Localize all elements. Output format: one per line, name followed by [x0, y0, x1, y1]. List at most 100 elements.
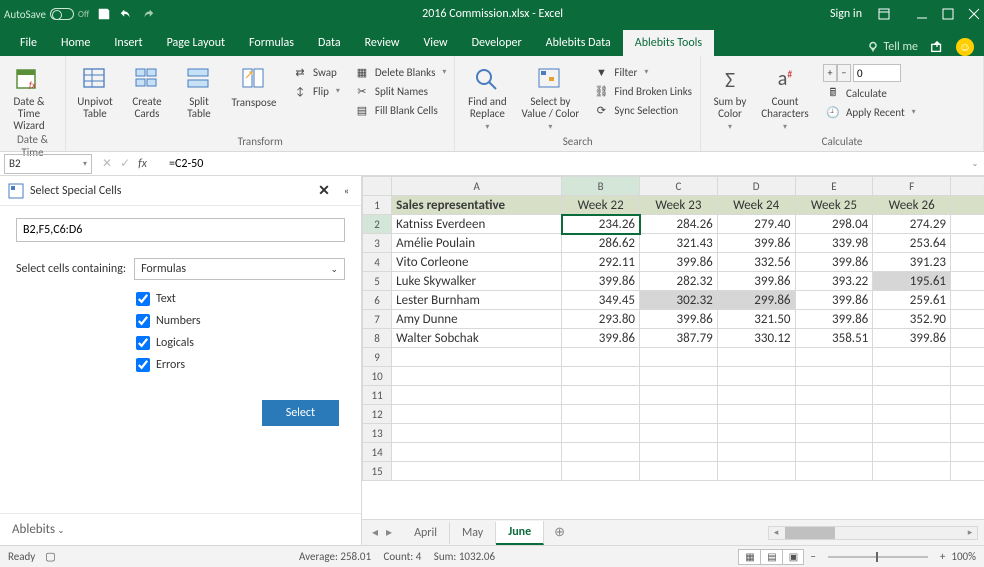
cell[interactable]	[873, 367, 951, 386]
row-header-1[interactable]: 1	[363, 196, 392, 215]
cell[interactable]: Amélie Poulain	[392, 234, 562, 253]
fill-blank-cells-button[interactable]: ▤Fill Blank Cells	[352, 102, 448, 118]
cell[interactable]: 195.61	[873, 272, 951, 291]
cell[interactable]	[873, 348, 951, 367]
calc-step-plus[interactable]: +	[823, 64, 837, 82]
cell[interactable]: 274.29	[873, 215, 951, 234]
cell[interactable]: 284.26	[640, 215, 718, 234]
cell[interactable]: Lester Burnham	[392, 291, 562, 310]
spreadsheet-grid[interactable]: A B C D E F G 1Sales representativeWeek …	[362, 176, 984, 481]
check-errors[interactable]: Errors	[136, 358, 345, 372]
transpose-button[interactable]: Transpose	[228, 62, 280, 109]
row-header-15[interactable]: 15	[363, 462, 392, 481]
check-numbers-box[interactable]	[136, 314, 150, 328]
cell[interactable]	[951, 272, 984, 291]
redo-icon[interactable]	[141, 7, 155, 21]
col-header-f[interactable]: F	[873, 177, 951, 196]
cell[interactable]: 330.12	[717, 329, 795, 348]
flip-button[interactable]: ↕Flip▾	[290, 83, 342, 99]
swap-button[interactable]: ⇄Swap	[290, 64, 342, 80]
cell[interactable]	[392, 462, 562, 481]
cell[interactable]: 399.86	[717, 272, 795, 291]
cell[interactable]	[640, 424, 718, 443]
cell[interactable]	[717, 386, 795, 405]
cell[interactable]	[562, 405, 640, 424]
row-header-9[interactable]: 9	[363, 348, 392, 367]
cell[interactable]	[951, 234, 984, 253]
cell[interactable]	[951, 348, 984, 367]
cell[interactable]	[640, 367, 718, 386]
cell[interactable]	[951, 443, 984, 462]
apply-recent-button[interactable]: 🕘Apply Recent▾	[823, 104, 918, 120]
cell[interactable]: 279.40	[717, 215, 795, 234]
cell[interactable]	[392, 405, 562, 424]
row-header-14[interactable]: 14	[363, 443, 392, 462]
tab-insert[interactable]: Insert	[102, 30, 154, 56]
cell[interactable]: Vito Corleone	[392, 253, 562, 272]
cell[interactable]	[951, 405, 984, 424]
cell[interactable]	[951, 196, 984, 215]
cell[interactable]: Week 22	[562, 196, 640, 215]
cell[interactable]	[951, 367, 984, 386]
cell[interactable]	[873, 405, 951, 424]
sheet-nav-next[interactable]: ▸	[386, 525, 392, 540]
cell[interactable]	[951, 215, 984, 234]
view-page-break-button[interactable]: ▣	[782, 549, 804, 565]
sidebar-footer[interactable]: Ablebits⌄	[0, 513, 361, 545]
cell[interactable]: Luke Skywalker	[392, 272, 562, 291]
delete-blanks-button[interactable]: ▦Delete Blanks▾	[352, 64, 448, 80]
cell[interactable]	[795, 443, 873, 462]
select-type-dropdown[interactable]: Formulas ⌄	[134, 258, 345, 280]
cell[interactable]	[873, 424, 951, 443]
sheet-tab-april[interactable]: April	[402, 522, 450, 544]
cell[interactable]	[392, 367, 562, 386]
cell[interactable]: 321.50	[717, 310, 795, 329]
col-header-e[interactable]: E	[795, 177, 873, 196]
calculate-button[interactable]: 🖩Calculate	[823, 85, 918, 101]
cell[interactable]	[640, 348, 718, 367]
cell[interactable]	[562, 386, 640, 405]
row-header-3[interactable]: 3	[363, 234, 392, 253]
sheet-tab-june[interactable]: June	[496, 521, 544, 545]
check-text[interactable]: Text	[136, 292, 345, 306]
cell[interactable]: 352.90	[873, 310, 951, 329]
cell[interactable]: 321.43	[640, 234, 718, 253]
zoom-in-button[interactable]: +	[940, 550, 945, 563]
cell[interactable]	[795, 348, 873, 367]
cell[interactable]	[392, 348, 562, 367]
fx-icon[interactable]: fx	[138, 157, 147, 171]
zoom-slider[interactable]	[828, 556, 928, 558]
cell[interactable]	[795, 405, 873, 424]
cell[interactable]: 234.26	[562, 215, 640, 234]
row-header-13[interactable]: 13	[363, 424, 392, 443]
cell[interactable]: 339.98	[795, 234, 873, 253]
check-logicals[interactable]: Logicals	[136, 336, 345, 350]
autosave-toggle[interactable]: AutoSave Off	[4, 8, 89, 21]
cell[interactable]: 399.86	[873, 329, 951, 348]
cell[interactable]: 387.79	[640, 329, 718, 348]
cell[interactable]	[640, 443, 718, 462]
sheet-tab-may[interactable]: May	[450, 522, 496, 544]
save-icon[interactable]	[97, 7, 111, 21]
cell[interactable]	[717, 443, 795, 462]
cell[interactable]	[392, 386, 562, 405]
row-header-8[interactable]: 8	[363, 329, 392, 348]
find-broken-links-button[interactable]: ⛓Find Broken Links	[591, 83, 694, 99]
feedback-icon[interactable]: ☺	[956, 38, 974, 56]
maximize-icon[interactable]	[942, 8, 954, 20]
cell[interactable]: 298.04	[795, 215, 873, 234]
cell[interactable]: 302.32	[640, 291, 718, 310]
cell[interactable]	[795, 424, 873, 443]
unpivot-table-button[interactable]: Unpivot Table	[72, 62, 118, 120]
cell[interactable]: 253.64	[873, 234, 951, 253]
sidebar-collapse-button[interactable]: «	[340, 184, 353, 197]
cell[interactable]: Sales representative	[392, 196, 562, 215]
cell[interactable]	[640, 386, 718, 405]
tab-ablebits-tools[interactable]: Ablebits Tools	[623, 30, 714, 56]
cell[interactable]	[717, 405, 795, 424]
cell[interactable]	[717, 424, 795, 443]
create-cards-button[interactable]: Create Cards	[124, 62, 170, 120]
cell[interactable]: 293.80	[562, 310, 640, 329]
share-icon[interactable]	[930, 40, 944, 54]
cell[interactable]: 286.62	[562, 234, 640, 253]
